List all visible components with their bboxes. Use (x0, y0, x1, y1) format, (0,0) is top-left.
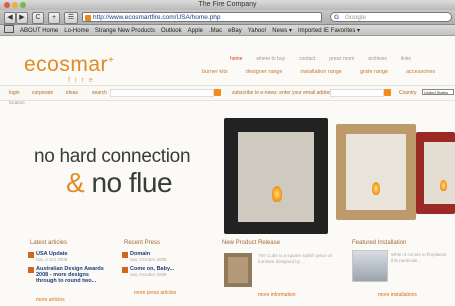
search-label: search (92, 90, 108, 96)
latest-articles-heading: Latest articles (30, 240, 68, 246)
bookmark-item[interactable]: Imported IE Favorites ▾ (298, 28, 360, 34)
logo-plus: + (108, 55, 115, 66)
more-press-link[interactable]: more press articles (134, 290, 176, 296)
newsletter-email-input[interactable] (330, 89, 384, 97)
nav-archives[interactable]: archives (368, 56, 387, 62)
bookmarks-bar: ABOUT Home Lo-Home Strange New Products Out… (0, 25, 455, 36)
browser-window: The Fire Company ◀ ▶ C + ☰ http://www.ec… (0, 0, 455, 306)
nav-press-room[interactable]: press room (329, 56, 354, 62)
title-bar: The Fire Company (0, 0, 455, 10)
new-product-heading: New Product Release (222, 240, 281, 246)
country-select[interactable]: United States (422, 89, 454, 95)
nav-contact[interactable]: contact (299, 56, 315, 62)
address-url: http://www.ecosmartfire.com/USA/home.php (93, 14, 221, 21)
search-placeholder: Google (345, 14, 366, 21)
bookmark-item[interactable]: Strange New Products (95, 28, 155, 34)
country-label: Country (399, 90, 417, 96)
top-navigation: home where to buy contact press room archive… (230, 56, 425, 62)
corporate-link[interactable]: corporate (32, 90, 53, 96)
nav-burner-kits[interactable]: burner kits (202, 69, 228, 75)
bookmark-item[interactable]: News ▾ (272, 28, 292, 34)
press-bullet-icon (122, 252, 128, 258)
recent-press-heading: Recent Press (124, 240, 161, 246)
article-item[interactable]: USA Update Sat, 4 Oct 2008 (36, 251, 106, 263)
bookmark-item[interactable]: Lo-Home (64, 28, 89, 34)
nav-links[interactable]: links (401, 56, 411, 62)
bookmark-item[interactable]: eBay (228, 28, 242, 34)
press-date: Sat, October 2008 (130, 272, 167, 277)
location-label: location (9, 100, 25, 105)
more-installations-link[interactable]: more installations (378, 292, 417, 298)
product-navigation: burner kits designer range installation ra… (202, 69, 453, 75)
nav-accessories[interactable]: accessories (406, 69, 435, 75)
newsletter-label: subscribe to e-news: enter your email ad… (232, 90, 346, 96)
refresh-button[interactable]: C (32, 12, 44, 24)
installation-photo-image[interactable] (352, 250, 388, 282)
press-item[interactable]: Domain Sat, October 2008 (130, 251, 200, 263)
press-bullet-icon (122, 267, 128, 273)
featured-installation-heading: Featured Installation (352, 240, 407, 246)
more-articles-link[interactable]: more articles (36, 297, 65, 303)
bookmarks-book-icon[interactable] (4, 25, 14, 33)
site-search-input[interactable] (110, 89, 214, 97)
more-information-link[interactable]: more information (258, 292, 296, 298)
hero-headline-line2: & no flue (66, 167, 173, 199)
back-button[interactable]: ◀ (4, 12, 16, 24)
article-date: Sat, 4 Oct 2008 (36, 257, 68, 262)
utility-strip: login corporate ideas search subscribe t… (0, 85, 455, 101)
site-favicon-icon (85, 15, 91, 21)
zoom-window-button[interactable] (20, 2, 26, 8)
hero-headline-line1: no hard connection (34, 146, 191, 167)
wood-fireplace-image (336, 124, 416, 220)
newsletter-go-button[interactable] (384, 89, 391, 96)
google-icon: G (334, 14, 340, 21)
bookmark-item[interactable]: ABOUT Home (20, 28, 58, 34)
press-item[interactable]: Come on, Baby... Sat, October 2008 (130, 266, 200, 278)
site-logo[interactable]: ecosmar+ (24, 53, 114, 77)
close-window-button[interactable] (4, 2, 10, 8)
nav-where-to-buy[interactable]: where to buy (257, 56, 286, 62)
logo-subtitle: fire (68, 77, 98, 84)
article-bullet-icon (28, 252, 34, 258)
nav-installation-range[interactable]: installation range (300, 69, 342, 75)
bookmarks-toggle-icon[interactable]: ☰ (64, 12, 78, 24)
new-product-description: The Cube is a square stylish piece of fu… (258, 253, 332, 264)
site-search-go-button[interactable] (214, 89, 221, 96)
article-bullet-icon (28, 267, 34, 273)
browser-toolbar: ◀ ▶ C + ☰ http://www.ecosmartfire.com/US… (0, 10, 455, 25)
featured-description: When it comes to fireplaces, this partic… (391, 252, 448, 263)
bookmark-item[interactable]: Outlook (161, 28, 182, 34)
article-title[interactable]: Australian Design Awards 2008 - more des… (36, 266, 104, 284)
hero-line2-text: no flue (91, 167, 173, 198)
hero-ampersand: & (66, 167, 85, 198)
article-item[interactable]: Australian Design Awards 2008 - more des… (36, 266, 108, 284)
red-fireplace-image (416, 132, 455, 214)
product-cube-image[interactable] (224, 253, 252, 287)
bookmark-item[interactable]: Yahoo! (248, 28, 267, 34)
window-title: The Fire Company (198, 1, 257, 8)
press-date: Sat, October 2008 (130, 257, 167, 262)
logo-text: ecosmar (24, 53, 109, 76)
bookmark-item[interactable]: .Mac (209, 28, 222, 34)
nav-designer-range[interactable]: designer range (246, 69, 283, 75)
minimize-window-button[interactable] (12, 2, 18, 8)
address-bar[interactable]: http://www.ecosmartfire.com/USA/home.php (82, 12, 322, 22)
black-fireplace-image (224, 118, 328, 234)
add-bookmark-button[interactable]: + (48, 12, 60, 24)
ideas-link[interactable]: ideas (66, 90, 78, 96)
bookmark-item[interactable]: Apple (188, 28, 203, 34)
login-link[interactable]: login (9, 90, 20, 96)
nav-grate-range[interactable]: grate range (360, 69, 388, 75)
search-input[interactable]: G Google (330, 12, 452, 22)
forward-button[interactable]: ▶ (16, 12, 28, 24)
nav-home[interactable]: home (230, 56, 243, 62)
